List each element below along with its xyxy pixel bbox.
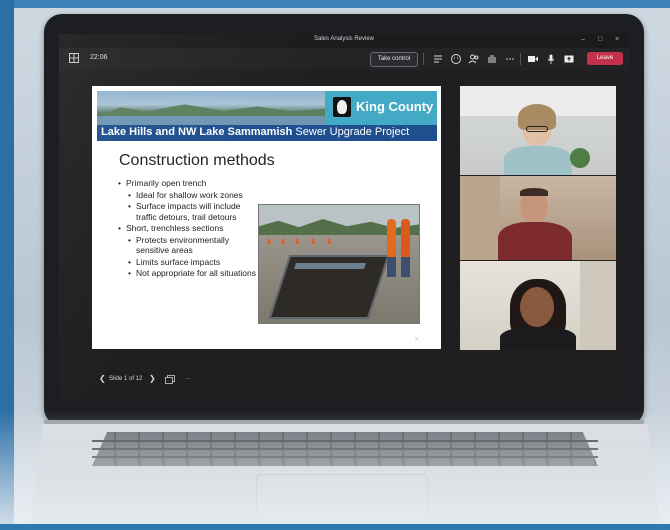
grid-view-icon[interactable] bbox=[69, 53, 79, 63]
slide-banner: King County bbox=[97, 91, 437, 125]
share-icon[interactable] bbox=[563, 53, 575, 65]
toolbar-divider bbox=[520, 53, 521, 65]
slide-thumbnails-icon[interactable] bbox=[165, 375, 175, 384]
mic-icon[interactable] bbox=[545, 53, 557, 65]
bullet-item: Primarily open trench bbox=[118, 178, 258, 189]
king-county-logo-box: King County bbox=[325, 91, 437, 125]
previous-slide-button[interactable]: ❮ bbox=[99, 374, 106, 383]
shared-slide: King County Lake Hills and NW Lake Samma… bbox=[92, 86, 441, 349]
next-slide-button[interactable]: ❯ bbox=[149, 374, 156, 383]
king-county-logo-icon bbox=[333, 97, 351, 117]
bullet-list: Primarily open trenchIdeal for shallow w… bbox=[118, 178, 258, 280]
slide-counter: Slide 1 of 12 bbox=[109, 376, 143, 382]
chat-icon[interactable] bbox=[432, 53, 444, 65]
toolbar-divider bbox=[423, 53, 424, 65]
camera-icon[interactable] bbox=[527, 53, 539, 65]
banner-lake bbox=[97, 116, 327, 125]
bullet-item: Short, trenchless sections bbox=[118, 223, 258, 234]
project-title: Lake Hills and NW Lake Sammamish Sewer U… bbox=[101, 126, 409, 138]
background-bottom-strip bbox=[0, 524, 670, 530]
background-top-strip bbox=[0, 0, 670, 8]
slide-more-button[interactable]: ··· bbox=[185, 376, 191, 382]
project-title-bold: Lake Hills and NW Lake Sammamish bbox=[101, 126, 293, 138]
close-button[interactable]: × bbox=[615, 36, 619, 43]
sub-bullet-item: Ideal for shallow work zones bbox=[118, 190, 258, 201]
teams-window: Sales Analysis Review – □ × 22:06 Take c… bbox=[59, 34, 629, 404]
take-control-button[interactable]: Take control bbox=[370, 52, 418, 67]
sub-bullet-item: Not appropriate for all situations bbox=[118, 268, 258, 279]
participant-video-3[interactable] bbox=[460, 261, 616, 350]
minimize-button[interactable]: – bbox=[581, 36, 585, 43]
participant-video-1[interactable] bbox=[460, 86, 616, 175]
reactions-icon[interactable] bbox=[450, 53, 462, 65]
window-title: Sales Analysis Review bbox=[313, 36, 375, 42]
slide-heading: Construction methods bbox=[119, 152, 275, 169]
raise-hand-icon[interactable] bbox=[486, 53, 498, 65]
sub-bullet-item: Surface impacts will include traffic det… bbox=[118, 201, 258, 222]
more-icon[interactable] bbox=[504, 53, 516, 65]
desk-surface bbox=[0, 410, 670, 530]
maximize-button[interactable]: □ bbox=[598, 36, 602, 43]
title-bar: Sales Analysis Review – □ × bbox=[59, 34, 629, 48]
participant-video-2[interactable] bbox=[460, 176, 616, 260]
slide-page-number: 11 bbox=[414, 336, 419, 341]
brand-name: King County bbox=[356, 99, 434, 114]
banner-mountains bbox=[97, 104, 327, 117]
project-title-bar: Lake Hills and NW Lake Sammamish Sewer U… bbox=[97, 125, 437, 141]
sub-bullet-item: Limits surface impacts bbox=[118, 257, 258, 268]
leave-button[interactable]: Leave bbox=[587, 52, 623, 65]
meeting-toolbar: 22:06 Take control Leave bbox=[59, 48, 629, 70]
people-icon[interactable] bbox=[468, 53, 480, 65]
slide-navigation: ❮ Slide 1 of 12 ❯ ··· bbox=[99, 374, 219, 390]
sub-bullet-item: Protects environmentally sensitive areas bbox=[118, 235, 258, 256]
meeting-timer: 22:06 bbox=[90, 54, 108, 61]
project-title-rest: Sewer Upgrade Project bbox=[292, 126, 410, 138]
construction-photo bbox=[258, 204, 420, 324]
